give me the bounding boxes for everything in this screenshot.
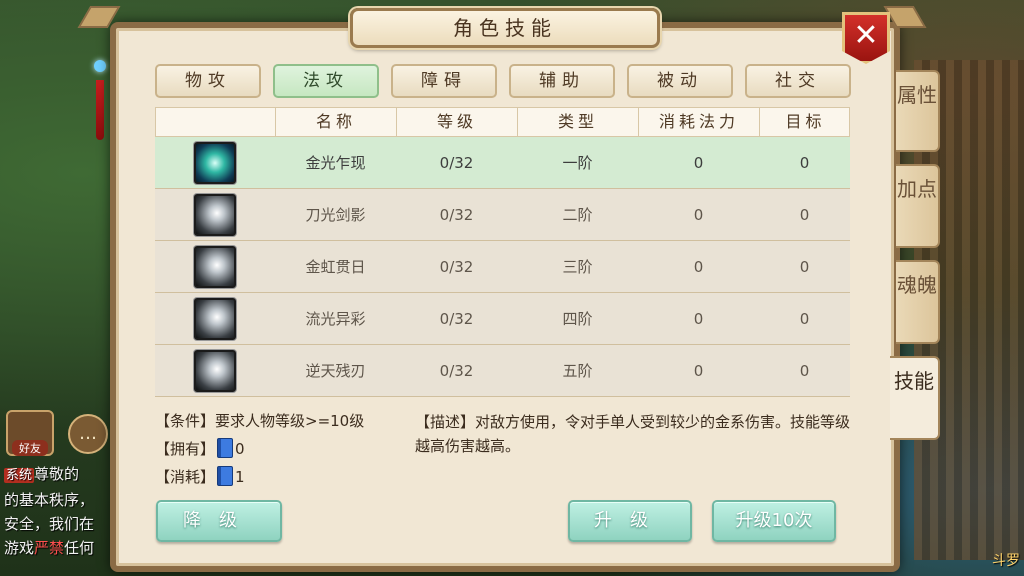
chat-text: 尊敬的: [34, 465, 80, 483]
skill-mana: 0: [693, 361, 704, 380]
table-row[interactable]: 逆天残刃 0/32 五阶 0 0: [155, 345, 850, 397]
skill-book-icon: [217, 466, 234, 486]
side-tab-skills[interactable]: 技能: [890, 356, 940, 440]
side-tab-attributes[interactable]: 属性: [896, 70, 940, 152]
skill-mana: 0: [693, 153, 704, 172]
skill-mana: 0: [693, 309, 704, 328]
skill-target: 0: [799, 153, 810, 172]
blade-light-icon: [194, 141, 236, 184]
bottom-right-label: 斗罗: [992, 553, 1020, 569]
header-level: 等级: [397, 108, 518, 136]
heaven-blade-icon: [194, 349, 236, 392]
red-tassel-icon: [96, 80, 104, 140]
skill-name: 刀光剑影: [305, 206, 366, 224]
skill-level: 0/32: [439, 153, 474, 172]
header-type: 类型: [518, 108, 639, 136]
table-header: 名称 等级 类型 消耗法力 目标: [155, 107, 850, 137]
skill-level: 0/32: [439, 257, 474, 276]
side-tab-add-points[interactable]: 加点: [896, 164, 940, 248]
tab-social[interactable]: 社交: [745, 64, 851, 98]
skill-name: 流光异彩: [305, 310, 366, 328]
table-row[interactable]: 流光异彩 0/32 四阶 0 0: [155, 293, 850, 345]
downgrade-button[interactable]: 降级: [156, 500, 282, 542]
skill-target: 0: [799, 257, 810, 276]
skill-name: 逆天残刃: [305, 362, 366, 380]
owned-label: 【拥有】: [155, 440, 216, 458]
chat-line: 的基本秩序，: [4, 491, 95, 509]
cost-label: 【消耗】: [155, 468, 216, 486]
upgrade-button[interactable]: 升级: [568, 500, 692, 542]
skill-condition: 【条件】要求人物等级>=10级: [155, 412, 365, 430]
system-tag: 系统: [4, 468, 35, 483]
streaming-light-icon: [194, 297, 236, 340]
header-name: 名称: [276, 108, 397, 136]
owned-value: 0: [235, 440, 245, 458]
skill-level: 0/32: [439, 361, 474, 380]
skill-mana: 0: [693, 257, 704, 276]
upgrade-10-times-button[interactable]: 升级10次: [712, 500, 836, 542]
chat-log: 系统 尊敬的 的基本秩序， 安全，我们在 游戏严禁任何: [4, 462, 114, 560]
skill-target: 0: [799, 205, 810, 224]
chat-line: 安全，我们在: [4, 515, 95, 533]
skill-type: 五阶: [562, 362, 593, 380]
chat-text: 游戏: [4, 539, 35, 557]
skill-type: 一阶: [562, 154, 593, 172]
header-mana-cost: 消耗法力: [639, 108, 760, 136]
header-icon: [156, 108, 276, 136]
chat-text: 任何: [64, 539, 95, 557]
skill-target: 0: [799, 309, 810, 328]
cost-value: 1: [235, 468, 245, 486]
tab-magic-attack[interactable]: 法攻: [273, 64, 379, 98]
skill-book-icon: [217, 438, 234, 458]
table-row[interactable]: 刀光剑影 0/32 二阶 0 0: [155, 189, 850, 241]
skill-name: 金光乍现: [305, 154, 366, 172]
chat-line: 系统 尊敬的: [4, 462, 114, 488]
skill-type: 三阶: [562, 258, 593, 276]
skill-name: 金虹贯日: [305, 258, 366, 276]
skill-cost: 【消耗】 1: [155, 466, 245, 487]
skill-type: 四阶: [562, 310, 593, 328]
skill-mana: 0: [693, 205, 704, 224]
skill-type: 二阶: [562, 206, 593, 224]
panel-title: 角色技能: [350, 8, 660, 48]
chat-line: 游戏严禁任何: [4, 536, 114, 560]
tab-obstruction[interactable]: 障碍: [391, 64, 497, 98]
skill-target: 0: [799, 361, 810, 380]
tab-passive[interactable]: 被动: [627, 64, 733, 98]
side-tab-soul[interactable]: 魂魄: [896, 260, 940, 344]
tab-physical-attack[interactable]: 物攻: [155, 64, 261, 98]
skill-level: 0/32: [439, 309, 474, 328]
rainbow-sun-icon: [194, 245, 236, 288]
table-row[interactable]: 金虹贯日 0/32 三阶 0 0: [155, 241, 850, 293]
hanging-ornament: [92, 40, 108, 150]
skill-level: 0/32: [439, 205, 474, 224]
skills-table: 名称 等级 类型 消耗法力 目标 金光乍现 0/32 一阶 0 0 刀光剑影 0…: [155, 107, 850, 397]
friends-button[interactable]: 好友: [6, 410, 54, 456]
chat-bubble-icon[interactable]: …: [68, 414, 108, 454]
jade-bead-icon: [94, 60, 106, 72]
sword-shadow-icon: [194, 193, 236, 236]
header-target: 目标: [785, 112, 826, 131]
friends-label: 好友: [12, 440, 48, 456]
skill-owned: 【拥有】 0: [155, 438, 245, 459]
tab-support[interactable]: 辅助: [509, 64, 615, 98]
table-row[interactable]: 金光乍现 0/32 一阶 0 0: [155, 137, 850, 189]
skill-description: 【描述】对敌方使用，令对手单人受到较少的金系伤害。技能等级越高伤害越高。: [415, 413, 851, 455]
chat-warning-text: 严禁: [34, 539, 65, 557]
